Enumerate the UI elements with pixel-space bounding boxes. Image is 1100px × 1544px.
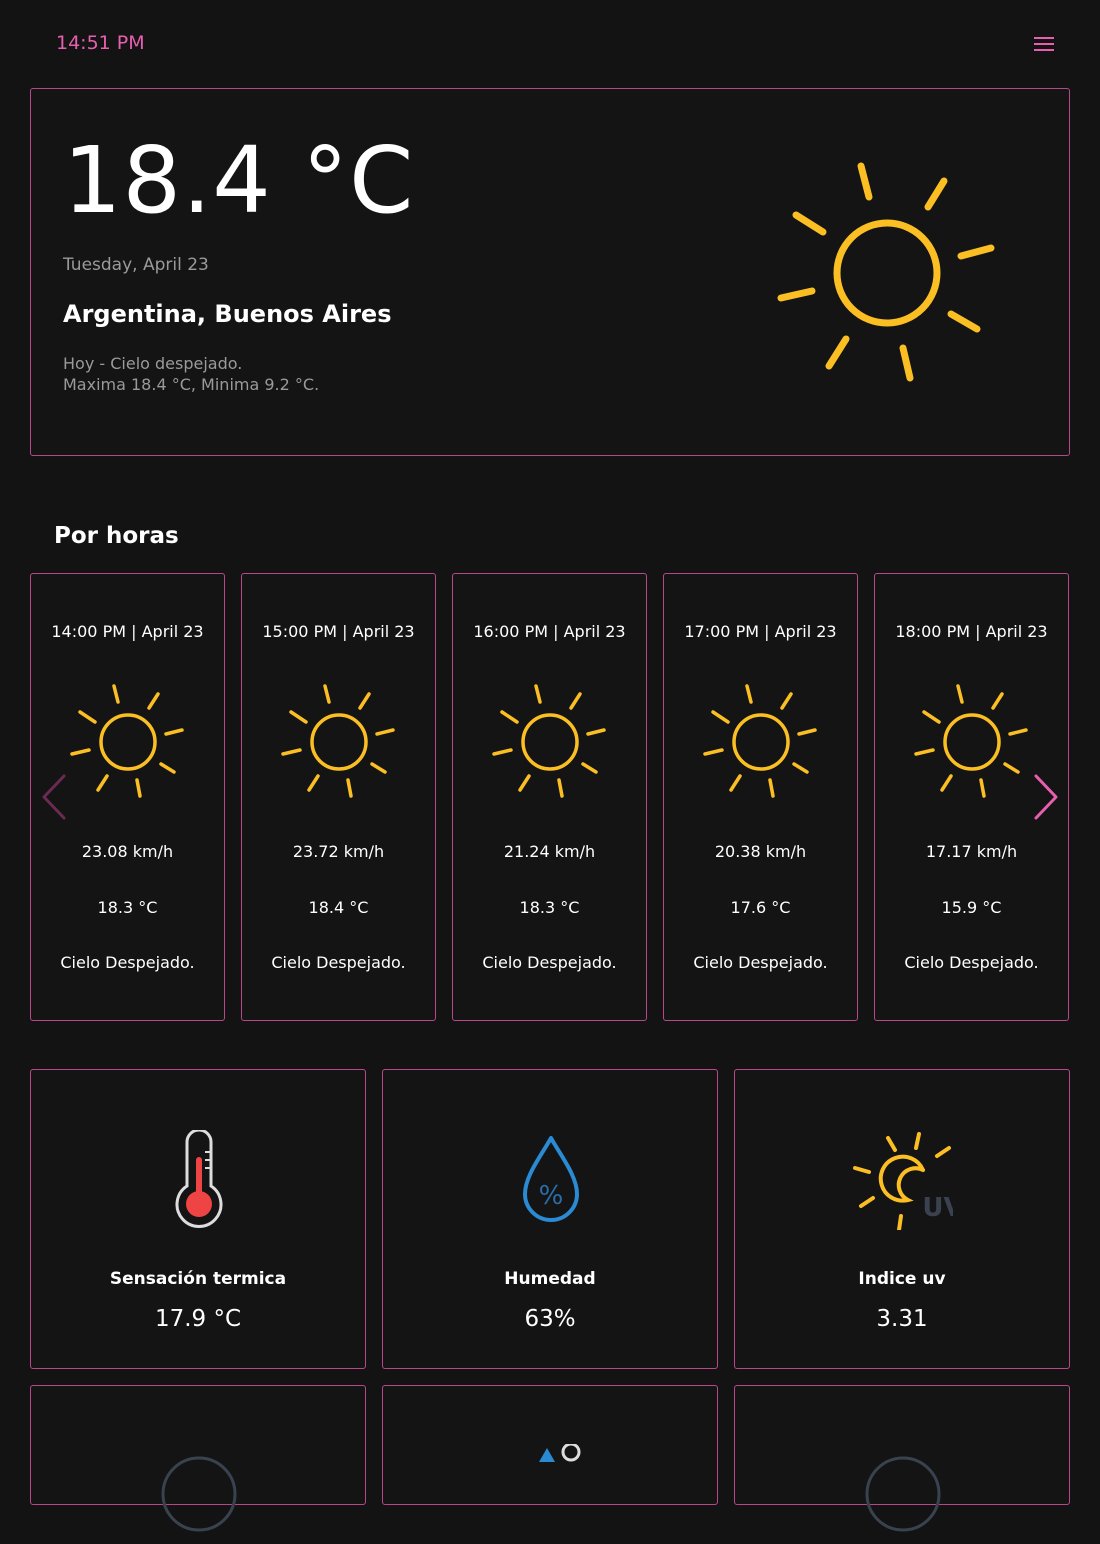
current-temperature: 18.4 °C bbox=[63, 127, 415, 234]
summary-line-2: Maxima 18.4 °C, Minima 9.2 °C. bbox=[63, 375, 320, 394]
wind-compass-card bbox=[30, 1385, 366, 1532]
carousel-next-icon[interactable] bbox=[1032, 772, 1062, 822]
hourly-time: 16:00 PM | April 23 bbox=[473, 622, 626, 641]
hourly-wind: 23.72 km/h bbox=[292, 842, 385, 861]
thermometer-icon bbox=[175, 1130, 223, 1228]
hourly-card: 15:00 PM | April 23 23.72 km/h 18.4 °C Ciel… bbox=[241, 573, 436, 1021]
rain-drop-icon bbox=[539, 1444, 581, 1462]
precipitation-card bbox=[382, 1385, 718, 1505]
sun-icon bbox=[914, 684, 1028, 798]
weather-summary: Hoy - Cielo despejado. Maxima 18.4 °C, M… bbox=[63, 353, 319, 395]
sun-icon bbox=[281, 684, 395, 798]
hourly-wind: 23.08 km/h bbox=[81, 842, 174, 861]
stat-label: Humedad bbox=[504, 1269, 596, 1289]
hourly-time: 14:00 PM | April 23 bbox=[51, 622, 204, 641]
stat-value: 3.31 bbox=[876, 1306, 928, 1332]
feels-like-card: Sensación termica 17.9 °C bbox=[30, 1069, 366, 1369]
pressure-card bbox=[734, 1385, 1070, 1532]
current-date: Tuesday, April 23 bbox=[63, 255, 209, 275]
stat-label: Sensación termica bbox=[109, 1269, 287, 1289]
sun-icon bbox=[492, 684, 606, 798]
svg-text:UV: UV bbox=[922, 1193, 953, 1223]
hourly-desc: Cielo Despejado. bbox=[904, 953, 1039, 972]
stat-value: 17.9 °C bbox=[154, 1306, 242, 1332]
hourly-section-title: Por horas bbox=[54, 523, 179, 549]
hourly-card: 16:00 PM | April 23 21.24 km/h 18.3 °C Ciel… bbox=[452, 573, 647, 1021]
uv-index-icon: UV bbox=[853, 1132, 953, 1230]
stat-value: 63% bbox=[524, 1306, 576, 1332]
hourly-temp: 17.6 °C bbox=[730, 898, 791, 917]
hourly-time: 18:00 PM | April 23 bbox=[895, 622, 1048, 641]
hourly-temp: 15.9 °C bbox=[941, 898, 1002, 917]
location-name: Argentina, Buenos Aires bbox=[63, 300, 392, 328]
humidity-drop-icon: % bbox=[523, 1136, 579, 1222]
hourly-temp: 18.3 °C bbox=[97, 898, 158, 917]
carousel-prev-icon[interactable] bbox=[38, 772, 68, 822]
current-time: 14:51 PM bbox=[56, 32, 145, 54]
hourly-time: 17:00 PM | April 23 bbox=[684, 622, 837, 641]
sun-icon bbox=[703, 684, 817, 798]
hourly-wind: 17.17 km/h bbox=[925, 842, 1018, 861]
uv-index-card: UV Indice uv 3.31 bbox=[734, 1069, 1070, 1369]
gauge-icon bbox=[865, 1456, 941, 1532]
svg-text:%: % bbox=[539, 1181, 564, 1211]
hourly-desc: Cielo Despejado. bbox=[271, 953, 406, 972]
hourly-desc: Cielo Despejado. bbox=[482, 953, 617, 972]
top-bar: 14:51 PM bbox=[0, 0, 1100, 88]
hourly-wind: 21.24 km/h bbox=[503, 842, 596, 861]
hourly-temp: 18.3 °C bbox=[519, 898, 580, 917]
stat-label: Indice uv bbox=[858, 1269, 946, 1289]
hourly-desc: Cielo Despejado. bbox=[693, 953, 828, 972]
hourly-desc: Cielo Despejado. bbox=[60, 953, 195, 972]
summary-line-1: Hoy - Cielo despejado. bbox=[63, 354, 243, 373]
sun-icon bbox=[777, 162, 995, 382]
humidity-card: % Humedad 63% bbox=[382, 1069, 718, 1369]
hamburger-menu-icon[interactable] bbox=[1032, 36, 1056, 54]
hourly-wind: 20.38 km/h bbox=[714, 842, 807, 861]
compass-icon bbox=[161, 1456, 237, 1532]
sun-icon bbox=[70, 684, 184, 798]
hourly-temp: 18.4 °C bbox=[308, 898, 369, 917]
hourly-time: 15:00 PM | April 23 bbox=[262, 622, 415, 641]
current-weather-card: 18.4 °C Tuesday, April 23 Argentina, Bue… bbox=[30, 88, 1070, 456]
hourly-card: 17:00 PM | April 23 20.38 km/h 17.6 °C Ciel… bbox=[663, 573, 858, 1021]
